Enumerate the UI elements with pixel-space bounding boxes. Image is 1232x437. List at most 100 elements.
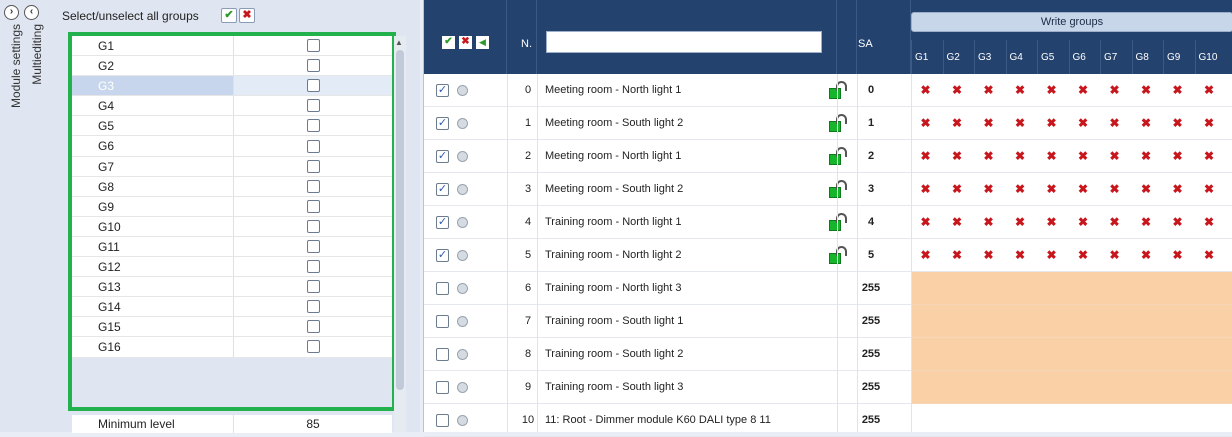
write-groups-empty-cell[interactable] — [911, 371, 1232, 404]
not-written-icon[interactable]: ✖ — [1170, 182, 1185, 197]
not-written-icon[interactable]: ✖ — [918, 149, 933, 164]
row-checkbox[interactable] — [436, 315, 449, 328]
not-written-icon[interactable]: ✖ — [950, 83, 965, 98]
row-checkbox[interactable] — [436, 381, 449, 394]
table-row[interactable]: ✓ 2 Meeting room - North light 1 2 ✖ ✖ ✖ ✖ ✖ ✖ ✖ ✖ ✖… — [424, 140, 1232, 173]
header-n[interactable]: N. — [521, 38, 532, 50]
group-col-header[interactable]: G5 — [1041, 52, 1054, 63]
table-row[interactable]: ✓ 4 Training room - North light 1 4 ✖ ✖ ✖ ✖ ✖ ✖ ✖ ✖… — [424, 206, 1232, 239]
not-written-icon[interactable]: ✖ — [1107, 215, 1122, 230]
unlocked-icon[interactable] — [829, 246, 849, 264]
not-written-icon[interactable]: ✖ — [1139, 149, 1154, 164]
unlocked-icon[interactable] — [829, 213, 849, 231]
table-row[interactable]: 6 Training room - North light 3 255 — [424, 272, 1232, 305]
write-groups-header[interactable]: Write groups — [911, 12, 1232, 32]
not-written-icon[interactable]: ✖ — [1170, 248, 1185, 263]
not-written-icon[interactable]: ✖ — [1202, 149, 1217, 164]
not-written-icon[interactable]: ✖ — [1202, 182, 1217, 197]
not-written-icon[interactable]: ✖ — [918, 182, 933, 197]
not-written-icon[interactable]: ✖ — [981, 116, 996, 131]
table-row[interactable]: 7 Training room - South light 1 255 — [424, 305, 1232, 338]
table-row[interactable]: 9 Training room - South light 3 255 — [424, 371, 1232, 404]
expand-icon[interactable]: › — [4, 5, 19, 20]
not-written-icon[interactable]: ✖ — [1107, 116, 1122, 131]
group-col-header[interactable]: G8 — [1136, 52, 1149, 63]
not-written-icon[interactable]: ✖ — [1139, 182, 1154, 197]
row-checkbox[interactable]: ✓ — [436, 150, 449, 163]
not-written-icon[interactable]: ✖ — [1107, 83, 1122, 98]
not-written-icon[interactable]: ✖ — [1013, 116, 1028, 131]
group-col-header[interactable]: G10 — [1199, 52, 1218, 63]
not-written-icon[interactable]: ✖ — [918, 215, 933, 230]
group-col-header[interactable]: G6 — [1073, 52, 1086, 63]
row-checkbox[interactable] — [436, 282, 449, 295]
minimum-level-value[interactable]: 85 — [234, 415, 392, 433]
table-row[interactable]: 8 Training room - South light 2 255 — [424, 338, 1232, 371]
group-col-header[interactable]: G3 — [978, 52, 991, 63]
group-col-header[interactable]: G4 — [1010, 52, 1023, 63]
not-written-icon[interactable]: ✖ — [950, 248, 965, 263]
group-col-header[interactable]: G2 — [947, 52, 960, 63]
not-written-icon[interactable]: ✖ — [950, 182, 965, 197]
not-written-icon[interactable]: ✖ — [1139, 116, 1154, 131]
not-written-icon[interactable]: ✖ — [1076, 149, 1091, 164]
unlocked-icon[interactable] — [829, 180, 849, 198]
not-written-icon[interactable]: ✖ — [1044, 182, 1059, 197]
not-written-icon[interactable]: ✖ — [1044, 215, 1059, 230]
not-written-icon[interactable]: ✖ — [1044, 116, 1059, 131]
row-checkbox[interactable]: ✓ — [436, 183, 449, 196]
table-row[interactable]: 10 11: Root - Dimmer module K60 DALI type… — [424, 404, 1232, 437]
row-checkbox[interactable]: ✓ — [436, 249, 449, 262]
not-written-icon[interactable]: ✖ — [1044, 149, 1059, 164]
not-written-icon[interactable]: ✖ — [1013, 182, 1028, 197]
not-written-icon[interactable]: ✖ — [1076, 83, 1091, 98]
scrollbar-thumb[interactable] — [396, 50, 404, 390]
group-col-header[interactable]: G7 — [1104, 52, 1117, 63]
not-written-icon[interactable]: ✖ — [1076, 182, 1091, 197]
not-written-icon[interactable]: ✖ — [1076, 116, 1091, 131]
not-written-icon[interactable]: ✖ — [1170, 215, 1185, 230]
row-checkbox[interactable]: ✓ — [436, 117, 449, 130]
not-written-icon[interactable]: ✖ — [950, 149, 965, 164]
not-written-icon[interactable]: ✖ — [1107, 182, 1122, 197]
not-written-icon[interactable]: ✖ — [1202, 248, 1217, 263]
not-written-icon[interactable]: ✖ — [1013, 149, 1028, 164]
not-written-icon[interactable]: ✖ — [1170, 149, 1185, 164]
unlocked-icon[interactable] — [829, 114, 849, 132]
not-written-icon[interactable]: ✖ — [1139, 83, 1154, 98]
not-written-icon[interactable]: ✖ — [918, 116, 933, 131]
not-written-icon[interactable]: ✖ — [950, 215, 965, 230]
tab-multiediting[interactable]: Multiediting — [30, 24, 44, 85]
group-col-header[interactable]: G9 — [1167, 52, 1180, 63]
not-written-icon[interactable]: ✖ — [918, 248, 933, 263]
not-written-icon[interactable]: ✖ — [981, 182, 996, 197]
unlocked-icon[interactable] — [829, 147, 849, 165]
tab-module-settings[interactable]: Module settings — [9, 24, 23, 108]
not-written-icon[interactable]: ✖ — [1044, 83, 1059, 98]
not-written-icon[interactable]: ✖ — [1170, 116, 1185, 131]
not-written-icon[interactable]: ✖ — [981, 248, 996, 263]
not-written-icon[interactable]: ✖ — [918, 83, 933, 98]
group-col-header[interactable]: G1 — [915, 52, 928, 63]
not-written-icon[interactable]: ✖ — [981, 149, 996, 164]
collapse-icon[interactable]: ‹ — [24, 5, 39, 20]
not-written-icon[interactable]: ✖ — [1170, 83, 1185, 98]
select-all-icon[interactable]: ✔ — [221, 8, 237, 23]
write-groups-empty-cell[interactable] — [911, 305, 1232, 338]
write-groups-empty-cell[interactable] — [911, 272, 1232, 305]
not-written-icon[interactable]: ✖ — [1139, 215, 1154, 230]
not-written-icon[interactable]: ✖ — [1139, 248, 1154, 263]
not-written-icon[interactable]: ✖ — [1013, 83, 1028, 98]
not-written-icon[interactable]: ✖ — [981, 83, 996, 98]
not-written-icon[interactable]: ✖ — [1076, 215, 1091, 230]
table-row[interactable]: ✓ 0 Meeting room - North light 1 0 ✖ ✖ ✖ ✖ ✖ ✖ ✖ ✖ ✖… — [424, 74, 1232, 107]
not-written-icon[interactable]: ✖ — [981, 215, 996, 230]
not-written-icon[interactable]: ✖ — [950, 116, 965, 131]
unselect-all-icon[interactable]: ✖ — [239, 8, 255, 23]
not-written-icon[interactable]: ✖ — [1013, 248, 1028, 263]
unlocked-icon[interactable] — [829, 81, 849, 99]
not-written-icon[interactable]: ✖ — [1076, 248, 1091, 263]
write-groups-empty-cell[interactable] — [911, 338, 1232, 371]
not-written-icon[interactable]: ✖ — [1202, 215, 1217, 230]
not-written-icon[interactable]: ✖ — [1044, 248, 1059, 263]
